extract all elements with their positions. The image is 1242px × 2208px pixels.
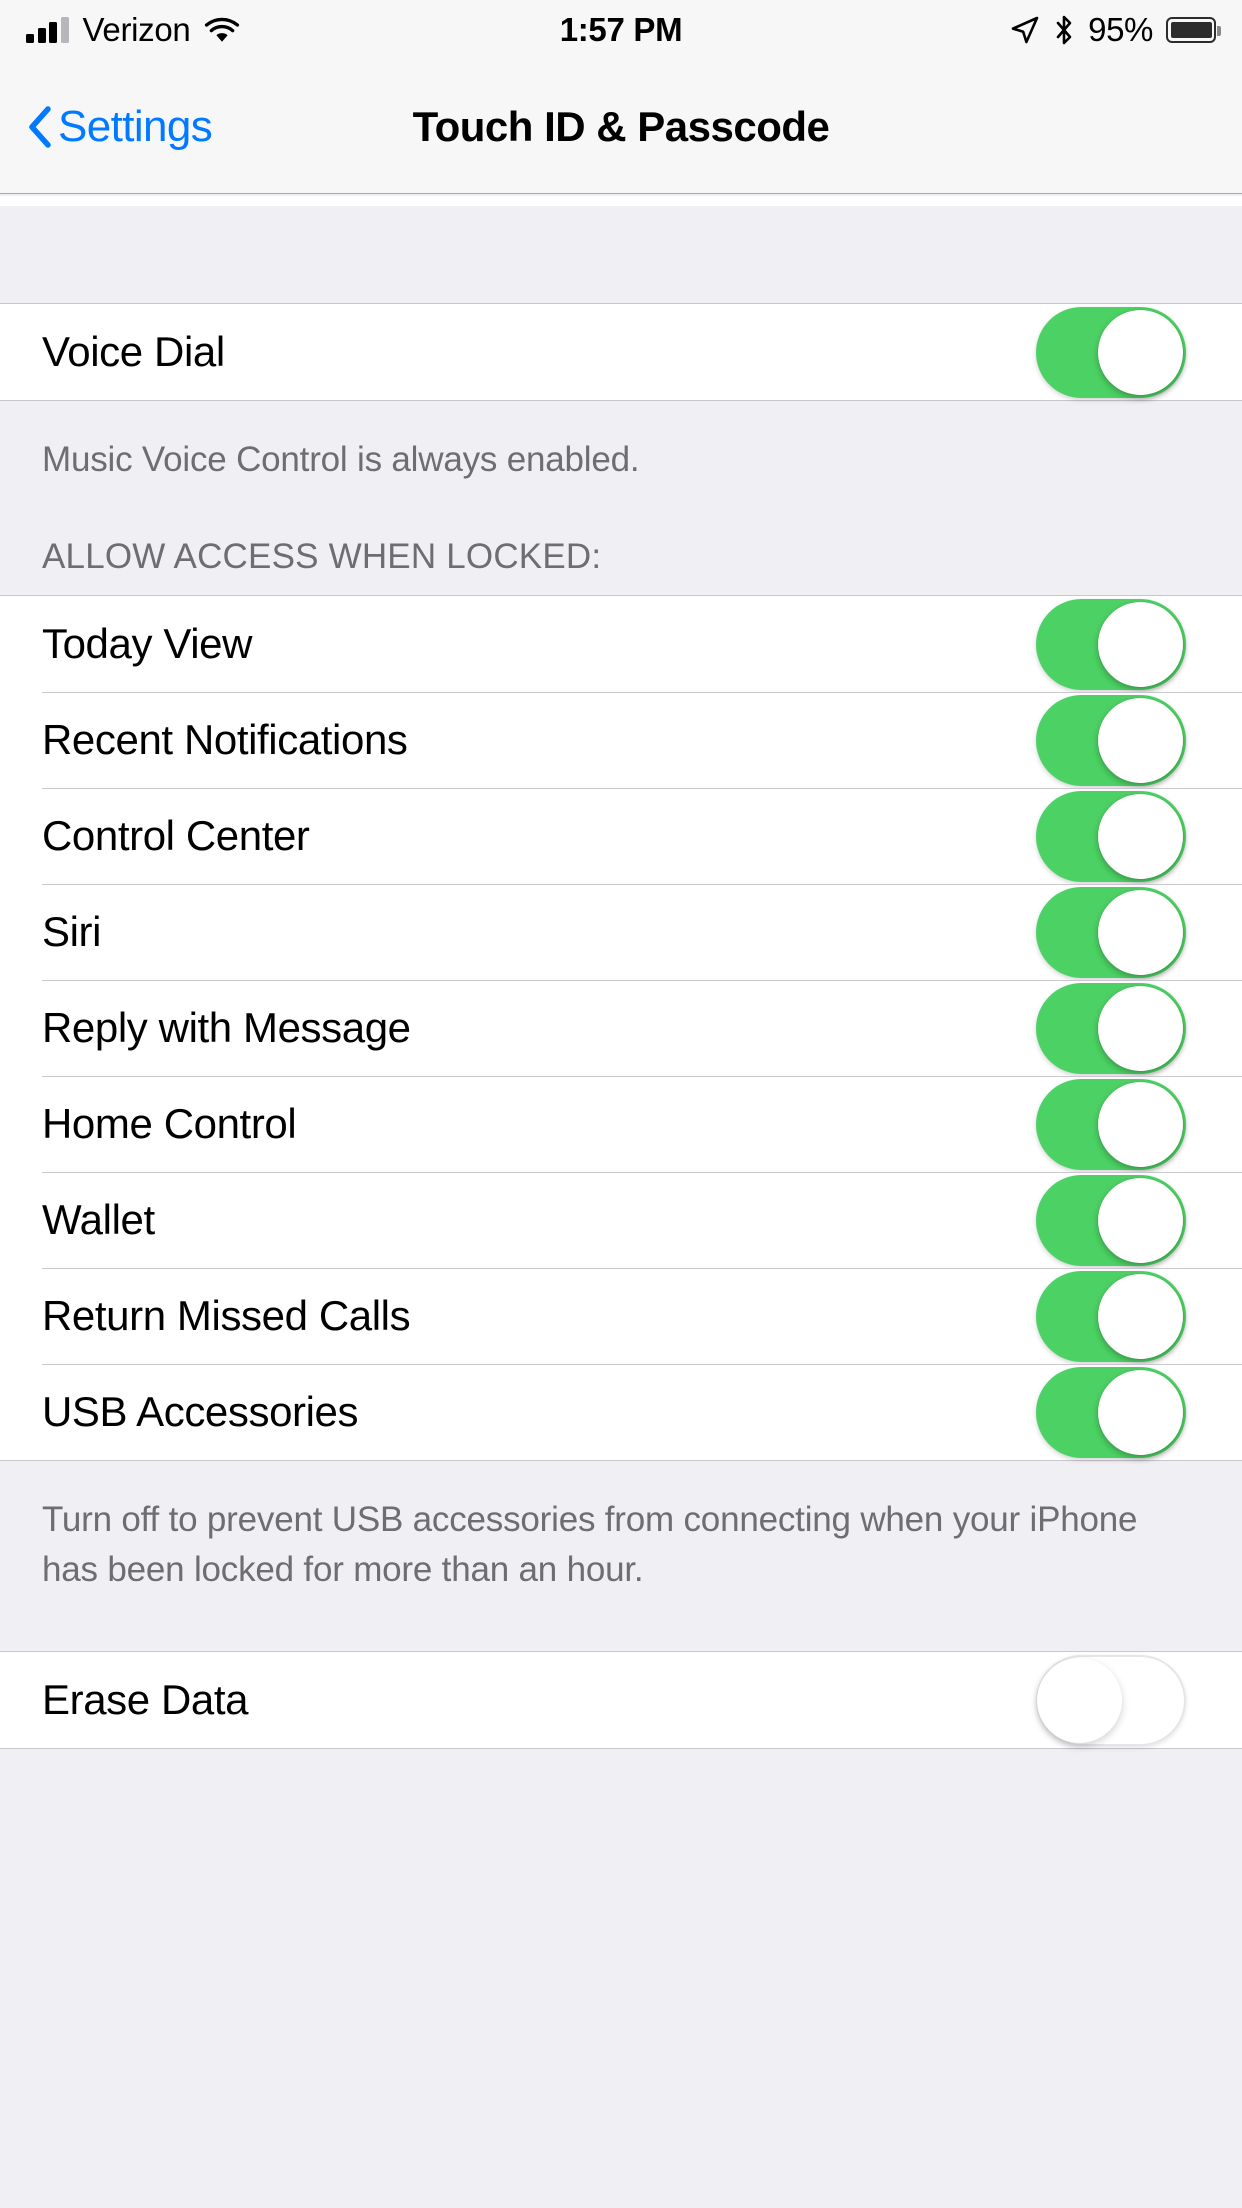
row-erase-data[interactable]: Erase Data [0, 1652, 1242, 1748]
toggle-knob [1098, 1273, 1183, 1359]
row-home-control[interactable]: Home Control [0, 1076, 1242, 1172]
row-reply-with-message[interactable]: Reply with Message [0, 980, 1242, 1076]
allow-access-header: ALLOW ACCESS WHEN LOCKED: [0, 485, 1242, 595]
toggle-knob [1098, 889, 1183, 975]
allow-access-group: Today View Recent Notifications Control … [0, 595, 1242, 1461]
carrier-label: Verizon [82, 11, 191, 48]
toggle-erase-data[interactable] [1036, 1654, 1186, 1746]
erase-section-spacer [0, 1595, 1242, 1651]
row-label: USB Accessories [42, 1388, 359, 1435]
voice-dial-group: Voice Dial [0, 303, 1242, 401]
toggle-knob [1098, 793, 1183, 879]
toggle-recent-notifications[interactable] [1036, 694, 1186, 786]
row-usb-accessories[interactable]: USB Accessories [0, 1364, 1242, 1460]
top-spacer [0, 206, 1242, 303]
row-wallet[interactable]: Wallet [0, 1172, 1242, 1268]
chevron-left-icon [26, 105, 52, 149]
row-control-center[interactable]: Control Center [0, 788, 1242, 884]
row-return-missed-calls[interactable]: Return Missed Calls [0, 1268, 1242, 1364]
row-label: Home Control [42, 1100, 297, 1147]
row-today-view[interactable]: Today View [0, 596, 1242, 692]
battery-percent-label: 95% [1088, 11, 1153, 48]
toggle-knob [1098, 1081, 1183, 1167]
row-voice-dial[interactable]: Voice Dial [0, 304, 1242, 400]
toggle-knob [1098, 985, 1183, 1071]
location-arrow-icon [1010, 15, 1040, 45]
toggle-knob [1098, 1369, 1183, 1455]
row-label: Today View [42, 620, 253, 667]
toggle-siri[interactable] [1036, 886, 1186, 978]
toggle-return-missed-calls[interactable] [1036, 1270, 1186, 1362]
row-label: Return Missed Calls [42, 1292, 411, 1339]
row-label: Wallet [42, 1196, 155, 1243]
battery-icon [1166, 17, 1221, 43]
toggle-knob [1098, 697, 1183, 783]
toggle-home-control[interactable] [1036, 1078, 1186, 1170]
row-label: Erase Data [42, 1676, 249, 1723]
row-siri[interactable]: Siri [0, 884, 1242, 980]
iphone-screen: Verizon 1:57 PM 95% Settings Touch ID & … [0, 0, 1242, 2208]
back-button-label: Settings [58, 101, 213, 151]
top-white-strip [0, 196, 1242, 206]
back-button[interactable]: Settings [26, 101, 213, 152]
toggle-knob [1098, 1177, 1183, 1263]
toggle-knob [1098, 309, 1183, 395]
row-label: Control Center [42, 812, 310, 859]
voice-dial-footer: Music Voice Control is always enabled. [0, 401, 1242, 485]
row-recent-notifications[interactable]: Recent Notifications [0, 692, 1242, 788]
row-label: Voice Dial [42, 328, 225, 375]
toggle-usb-accessories[interactable] [1036, 1366, 1186, 1458]
erase-data-group: Erase Data [0, 1651, 1242, 1749]
signal-bars-icon [26, 17, 69, 43]
toggle-control-center[interactable] [1036, 790, 1186, 882]
clock-label: 1:57 PM [559, 11, 683, 48]
row-label: Reply with Message [42, 1004, 411, 1051]
usb-accessories-footer: Turn off to prevent USB accessories from… [0, 1461, 1242, 1595]
status-bar-right: 95% [1010, 11, 1221, 49]
settings-scroll-view[interactable]: Voice Dial Music Voice Control is always… [0, 196, 1242, 2208]
status-bar-left: Verizon [26, 11, 240, 49]
row-label: Siri [42, 908, 102, 955]
toggle-reply-with-message[interactable] [1036, 982, 1186, 1074]
navigation-bar: Settings Touch ID & Passcode [0, 60, 1242, 194]
bluetooth-icon [1053, 14, 1075, 46]
wifi-icon [204, 17, 240, 44]
toggle-voice-dial[interactable] [1036, 306, 1186, 398]
toggle-knob [1037, 1657, 1122, 1743]
status-bar: Verizon 1:57 PM 95% [0, 0, 1242, 60]
row-label: Recent Notifications [42, 716, 408, 763]
toggle-today-view[interactable] [1036, 598, 1186, 690]
toggle-wallet[interactable] [1036, 1174, 1186, 1266]
toggle-knob [1098, 601, 1183, 687]
